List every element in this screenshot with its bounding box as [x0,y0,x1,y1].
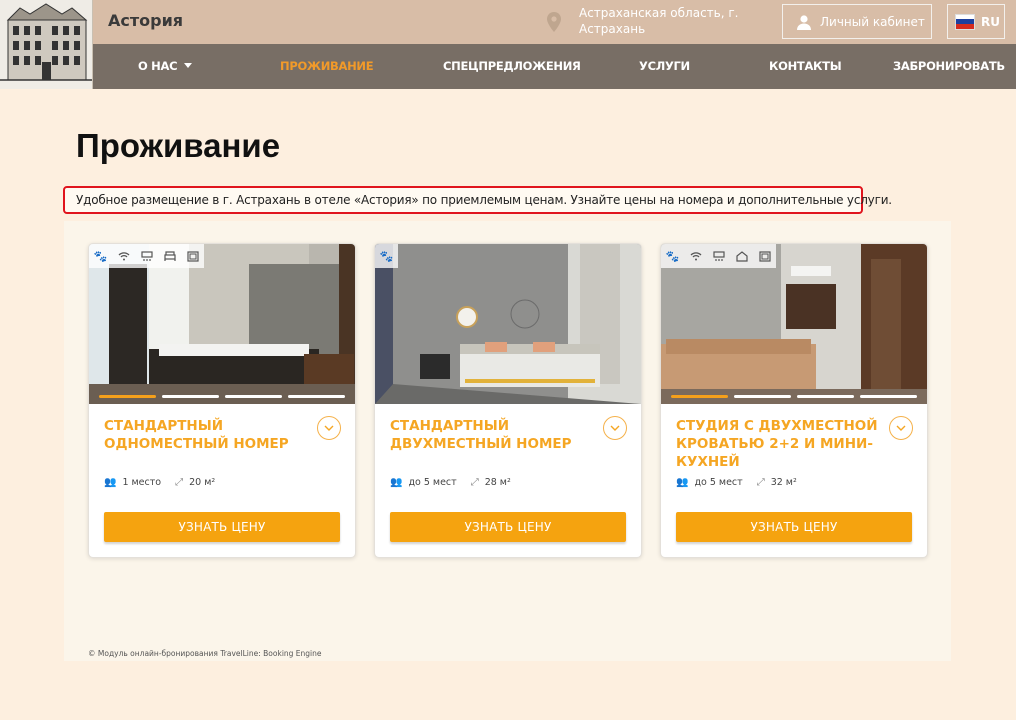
air-conditioner-icon [135,244,158,268]
hotel-location: Астраханская область, г. Астрахань [579,6,739,36]
russia-flag-icon [955,13,975,30]
room-capacity: до 5 мест [408,477,457,488]
guests-icon: 👥 [676,477,689,488]
room-area: 32 м² [770,477,797,488]
nav-services[interactable]: УСЛУГИ [639,59,690,73]
room-title[interactable]: Студия с двухместной кроватью 2+2 и мини… [676,417,881,471]
paw-icon: 🐾 [665,249,680,263]
amenities-bar: 🐾 [89,244,204,268]
hotel-logo[interactable] [0,0,93,89]
nav-special-offers[interactable]: СПЕЦПРЕДЛОЖЕНИЯ [443,59,581,73]
expand-chevron-icon[interactable] [603,416,627,440]
area-icon: ⤢ [756,477,765,488]
amenities-bar: 🐾 [375,244,398,268]
guests-icon: 👥 [390,477,403,488]
room-meta: 👥 1 место ⤢ 20 м² [104,477,215,488]
user-icon [797,14,811,30]
amenities-bar: 🐾 [661,244,776,268]
booking-engine-credit[interactable]: © Модуль онлайн-бронирования TravelLine:… [88,649,322,658]
photo-carousel-indicator[interactable] [99,395,345,398]
room-capacity: 1 место [122,477,162,488]
check-price-button[interactable]: УЗНАТЬ ЦЕНУ [104,512,340,542]
room-card[interactable]: 🐾 Стандартный двухместный номер 👥 до 5 м… [374,243,642,558]
page-title: Проживание [76,127,281,164]
room-capacity: до 5 мест [694,477,743,488]
room-area: 20 м² [189,477,216,488]
brand-name[interactable]: Астория [108,11,183,30]
guests-icon: 👥 [104,477,117,488]
nav-accommodation[interactable]: ПРОЖИВАНИЕ [280,59,374,73]
location-pin-icon [547,12,561,32]
room-title[interactable]: Стандартный одноместный номер [104,417,309,453]
top-bar: Астория Астраханская область, г. Астраха… [93,0,1016,44]
expand-chevron-icon[interactable] [317,416,341,440]
photo-carousel-indicator[interactable] [671,395,917,398]
language-label: RU [981,14,1000,29]
nav-about[interactable]: О НАС [138,59,193,73]
room-card[interactable]: 🐾 Студия с двухместной кроватью 2+2 и ми… [660,243,928,558]
chevron-down-icon [184,63,193,68]
wifi-icon [112,244,135,268]
room-card[interactable]: 🐾 Стандартный одноместный номер [88,243,356,558]
paw-icon: 🐾 [379,249,394,263]
safe-icon [753,244,776,268]
personal-account-label: Личный кабинет [820,14,925,29]
area-icon: ⤢ [470,477,479,488]
check-price-button[interactable]: УЗНАТЬ ЦЕНУ [390,512,626,542]
room-title[interactable]: Стандартный двухместный номер [390,417,595,453]
wifi-icon [684,244,707,268]
air-conditioner-icon [707,244,730,268]
paw-icon: 🐾 [93,249,108,263]
check-price-button[interactable]: УЗНАТЬ ЦЕНУ [676,512,912,542]
room-photo[interactable]: 🐾 [375,244,641,404]
expand-chevron-icon[interactable] [889,416,913,440]
bed-icon [158,244,181,268]
room-area: 28 м² [484,477,511,488]
main-navigation: О НАС ПРОЖИВАНИЕ СПЕЦПРЕДЛОЖЕНИЯ УСЛУГИ … [93,44,1016,89]
booking-widget: 🐾 Стандартный одноместный номер [64,221,951,661]
nav-about-label: О НАС [138,59,178,73]
area-icon: ⤢ [175,477,184,488]
nav-contacts[interactable]: КОНТАКТЫ [769,59,842,73]
room-meta: 👥 до 5 мест ⤢ 32 м² [676,477,797,488]
safe-icon [181,244,204,268]
intro-text: Удобное размещение в г. Астрахань в отел… [63,186,892,214]
room-meta: 👥 до 5 мест ⤢ 28 м² [390,477,511,488]
language-switcher[interactable]: RU [947,4,1005,39]
room-photo[interactable]: 🐾 [89,244,355,404]
kitchen-icon [730,244,753,268]
room-photo[interactable]: 🐾 [661,244,927,404]
nav-book[interactable]: ЗАБРОНИРОВАТЬ [893,59,1005,73]
personal-account-button[interactable]: Личный кабинет [782,4,932,39]
